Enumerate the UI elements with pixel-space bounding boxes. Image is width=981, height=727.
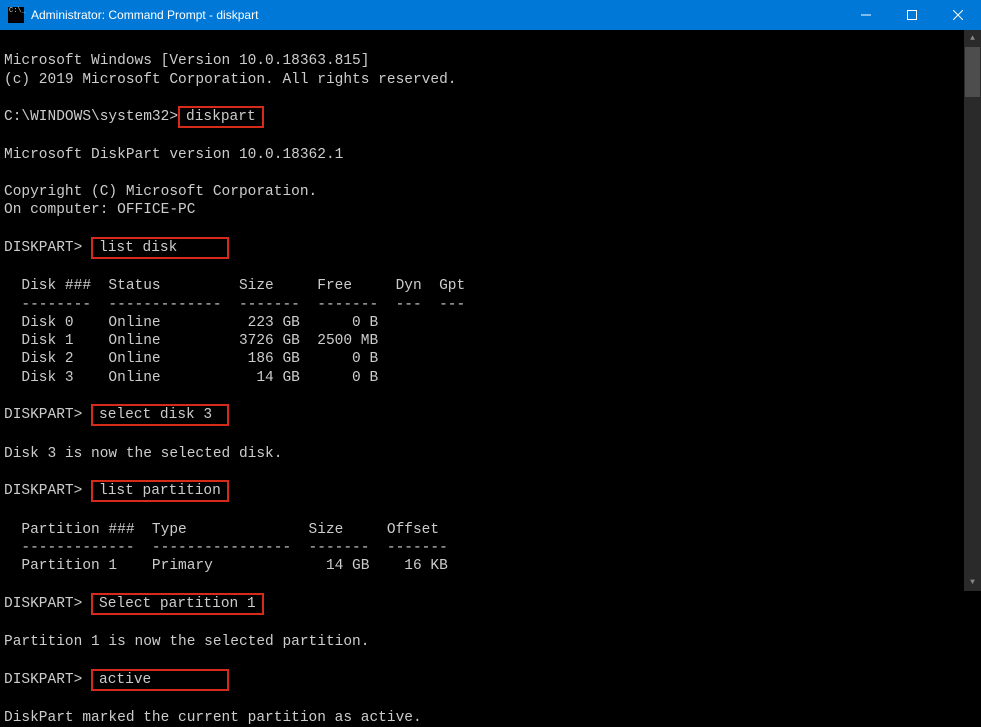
partition-rows: Partition 1 Primary 14 GB 16 KB [4, 557, 981, 575]
diskpart-copyright: Copyright (C) Microsoft Corporation. [4, 184, 317, 200]
cmd-diskpart-highlight: diskpart [178, 106, 264, 128]
window-controls [843, 0, 981, 30]
version-line: Microsoft Windows [Version 10.0.18363.81… [4, 53, 369, 69]
blank-line [4, 616, 13, 632]
table-row: Disk 0 Online 223 GB 0 B [4, 314, 981, 332]
blank-line [4, 464, 13, 480]
cmd-list-disk-highlight: list disk [91, 237, 229, 259]
diskpart-prompt: DISKPART> [4, 240, 91, 256]
cmd-active-highlight: active [91, 669, 229, 691]
blank-line [4, 221, 13, 237]
close-button[interactable] [935, 0, 981, 30]
diskpart-version: Microsoft DiskPart version 10.0.18362.1 [4, 147, 343, 163]
prompt-list-disk: DISKPART> list disk [4, 240, 229, 256]
cmd-icon [8, 7, 24, 23]
disk-separator: -------- ------------- ------- ------- -… [4, 297, 465, 313]
blank-line [4, 129, 13, 145]
table-row: Disk 3 Online 14 GB 0 B [4, 369, 981, 387]
titlebar[interactable]: Administrator: Command Prompt - diskpart [0, 0, 981, 30]
prompt-active: DISKPART> active [4, 672, 229, 688]
terminal-output[interactable]: Microsoft Windows [Version 10.0.18363.81… [0, 30, 981, 591]
blank-line [4, 576, 13, 592]
diskpart-prompt: DISKPART> [4, 672, 91, 688]
scroll-up-arrow[interactable]: ▲ [964, 30, 981, 47]
diskpart-prompt: DISKPART> [4, 407, 91, 423]
blank-line [4, 388, 13, 404]
partition-separator: ------------- ---------------- ------- -… [4, 540, 448, 556]
diskpart-prompt: DISKPART> [4, 596, 91, 612]
select-disk-result: Disk 3 is now the selected disk. [4, 446, 282, 462]
on-computer: On computer: OFFICE-PC [4, 202, 195, 218]
prompt-line: C:\WINDOWS\system32>diskpart [4, 109, 264, 125]
blank-line [4, 652, 13, 668]
blank-line [4, 90, 13, 106]
copyright-line: (c) 2019 Microsoft Corporation. All righ… [4, 72, 456, 88]
minimize-button[interactable] [843, 0, 889, 30]
active-result: DiskPart marked the current partition as… [4, 710, 422, 726]
prompt-select-disk: DISKPART> select disk 3 [4, 407, 229, 423]
blank-line [4, 427, 13, 443]
select-partition-result: Partition 1 is now the selected partitio… [4, 634, 369, 650]
maximize-button[interactable] [889, 0, 935, 30]
scrollbar[interactable]: ▲ ▼ [964, 30, 981, 591]
cmd-select-partition-highlight: Select partition 1 [91, 593, 264, 615]
table-row: Partition 1 Primary 14 GB 16 KB [4, 557, 981, 575]
blank-line [4, 260, 13, 276]
partition-header: Partition ### Type Size Offset [4, 522, 439, 538]
table-row: Disk 1 Online 3726 GB 2500 MB [4, 332, 981, 350]
disk-header: Disk ### Status Size Free Dyn Gpt [4, 278, 465, 294]
prompt-select-partition: DISKPART> Select partition 1 [4, 596, 264, 612]
initial-prompt: C:\WINDOWS\system32> [4, 109, 178, 125]
prompt-list-partition: DISKPART> list partition [4, 483, 229, 499]
blank-line [4, 503, 13, 519]
disk-rows: Disk 0 Online 223 GB 0 B Disk 1 Online 3… [4, 314, 981, 387]
scroll-thumb[interactable] [965, 47, 980, 97]
scroll-down-arrow[interactable]: ▼ [964, 574, 981, 591]
blank-line [4, 692, 13, 708]
blank-line [4, 166, 13, 182]
cmd-list-partition-highlight: list partition [91, 480, 229, 502]
cmd-select-disk-highlight: select disk 3 [91, 404, 229, 426]
window-title: Administrator: Command Prompt - diskpart [29, 8, 843, 22]
table-row: Disk 2 Online 186 GB 0 B [4, 350, 981, 368]
diskpart-prompt: DISKPART> [4, 483, 91, 499]
